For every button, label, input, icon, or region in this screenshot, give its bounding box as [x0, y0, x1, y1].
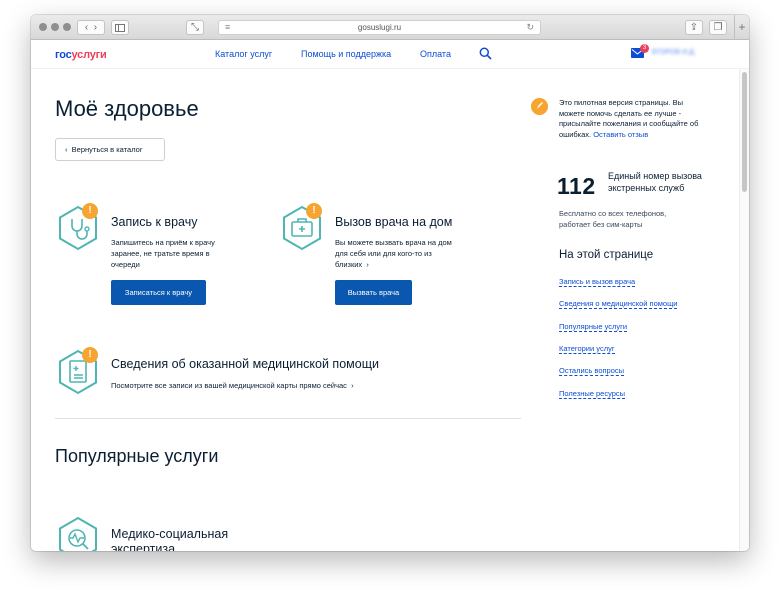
- popular-service-title[interactable]: Медико-социальная экспертиза: [111, 527, 228, 551]
- alert-icon: !: [82, 347, 98, 363]
- chevron-left-icon[interactable]: ‹: [85, 22, 88, 33]
- tabs-overview-icon[interactable]: ❐: [709, 20, 727, 35]
- browser-window: ‹ › ≡ gosuslugi.ru ↻ ⤡ ⇪ ❐ + госуслуги К…: [31, 15, 749, 551]
- logo-part-gos: гос: [55, 49, 72, 61]
- section-divider: [55, 418, 521, 419]
- book-doctor-button[interactable]: Записаться к врачу: [111, 280, 206, 305]
- service-description: Вы можете вызвать врача на дом для себя …: [335, 237, 485, 270]
- sidebar-toggle-button[interactable]: [111, 20, 129, 35]
- service-description: Запишитесь на приём к врачу заранее, не …: [111, 237, 241, 270]
- call-doctor-button[interactable]: Вызвать врача: [335, 280, 412, 305]
- toc-link[interactable]: Полезные ресурсы: [559, 389, 626, 399]
- nav-payment[interactable]: Оплата: [420, 49, 451, 59]
- page-title: Моё здоровье: [55, 96, 199, 121]
- toc-link[interactable]: Остались вопросы: [559, 366, 625, 376]
- scrollbar[interactable]: [739, 69, 749, 551]
- emergency-label: Единый номер вызова экстренных служб: [608, 171, 702, 193]
- scrollbar-thumb[interactable]: [742, 72, 747, 192]
- back-forward-buttons[interactable]: ‹ ›: [77, 20, 105, 35]
- shrink-icon[interactable]: ⤡: [186, 20, 204, 35]
- alert-icon: !: [306, 203, 322, 219]
- logo-part-uslugi: услуги: [71, 49, 107, 61]
- reload-icon[interactable]: ↻: [526, 21, 534, 34]
- title-line: экспертиза: [111, 542, 176, 551]
- service-title[interactable]: Запись к врачу: [111, 215, 197, 229]
- new-tab-button[interactable]: +: [734, 15, 749, 40]
- service-title[interactable]: Вызов врача на дом: [335, 215, 452, 229]
- feedback-link[interactable]: Оставить отзыв: [593, 130, 648, 139]
- service-description: Посмотрите все записи из вашей медицинск…: [111, 380, 431, 391]
- site-header: госуслуги Каталог услуг Помощь и поддерж…: [31, 41, 749, 69]
- address-bar[interactable]: ≡ gosuslugi.ru ↻: [218, 20, 541, 35]
- chevron-right-icon[interactable]: ›: [366, 260, 369, 269]
- desc-line: Запишитесь на приём к врачу: [111, 238, 215, 247]
- emergency-number: 112: [557, 173, 596, 199]
- back-to-catalog-button[interactable]: ‹ Вернуться в каталог: [55, 138, 165, 161]
- toc-link[interactable]: Запись и вызов врача: [559, 277, 636, 287]
- desc-line: заранее, не тратьте время в: [111, 249, 210, 258]
- rocket-icon: [531, 98, 548, 115]
- toc-link[interactable]: Сведения о медицинской помощи: [559, 299, 678, 309]
- pilot-note: Это пилотная версия страницы. Вы можете …: [559, 98, 709, 140]
- search-icon[interactable]: [479, 47, 492, 60]
- close-window-button[interactable]: [39, 23, 47, 31]
- page: госуслуги Каталог услуг Помощь и поддерж…: [31, 41, 749, 551]
- desc-line: очереди: [111, 260, 140, 269]
- mail-count-badge: 3: [640, 44, 649, 53]
- user-name[interactable]: ЕГОРОВ И.Д.: [652, 49, 696, 56]
- toc-title: На этой странице: [559, 249, 654, 261]
- title-line: Медико-социальная: [111, 527, 229, 541]
- medical-exam-icon: [59, 516, 97, 551]
- minimize-window-button[interactable]: [51, 23, 59, 31]
- desc-line: Вы можете вызвать врача на дом: [335, 238, 452, 247]
- gosuslugi-logo[interactable]: госуслуги: [55, 49, 107, 61]
- emergency-note: Бесплатно со всех телефонов, работает бе…: [559, 209, 667, 229]
- desc-line: близких: [335, 260, 363, 269]
- chevron-right-icon[interactable]: ›: [351, 381, 354, 390]
- zoom-window-button[interactable]: [63, 23, 71, 31]
- chevron-left-icon: ‹: [65, 145, 68, 154]
- toc-link[interactable]: Популярные услуги: [559, 322, 628, 332]
- address-text: gosuslugi.ru: [357, 23, 402, 32]
- alert-icon: !: [82, 203, 98, 219]
- nav-catalog[interactable]: Каталог услуг: [215, 49, 272, 59]
- sidebar-icon: [115, 24, 125, 32]
- browser-titlebar: ‹ › ≡ gosuslugi.ru ↻ ⤡ ⇪ ❐ +: [31, 15, 749, 40]
- reader-icon[interactable]: ≡: [225, 21, 230, 34]
- toc-link[interactable]: Категории услуг: [559, 344, 615, 354]
- share-icon[interactable]: ⇪: [685, 20, 703, 35]
- nav-help[interactable]: Помощь и поддержка: [301, 49, 391, 59]
- service-title[interactable]: Сведения об оказанной медицинской помощи: [111, 357, 379, 371]
- chevron-right-icon[interactable]: ›: [94, 22, 97, 33]
- desc-line: Посмотрите все записи из вашей медицинск…: [111, 381, 347, 390]
- popular-services-title: Популярные услуги: [55, 446, 219, 466]
- back-label: Вернуться в каталог: [71, 145, 143, 154]
- desc-line: для себя или для кого-то из: [335, 249, 432, 258]
